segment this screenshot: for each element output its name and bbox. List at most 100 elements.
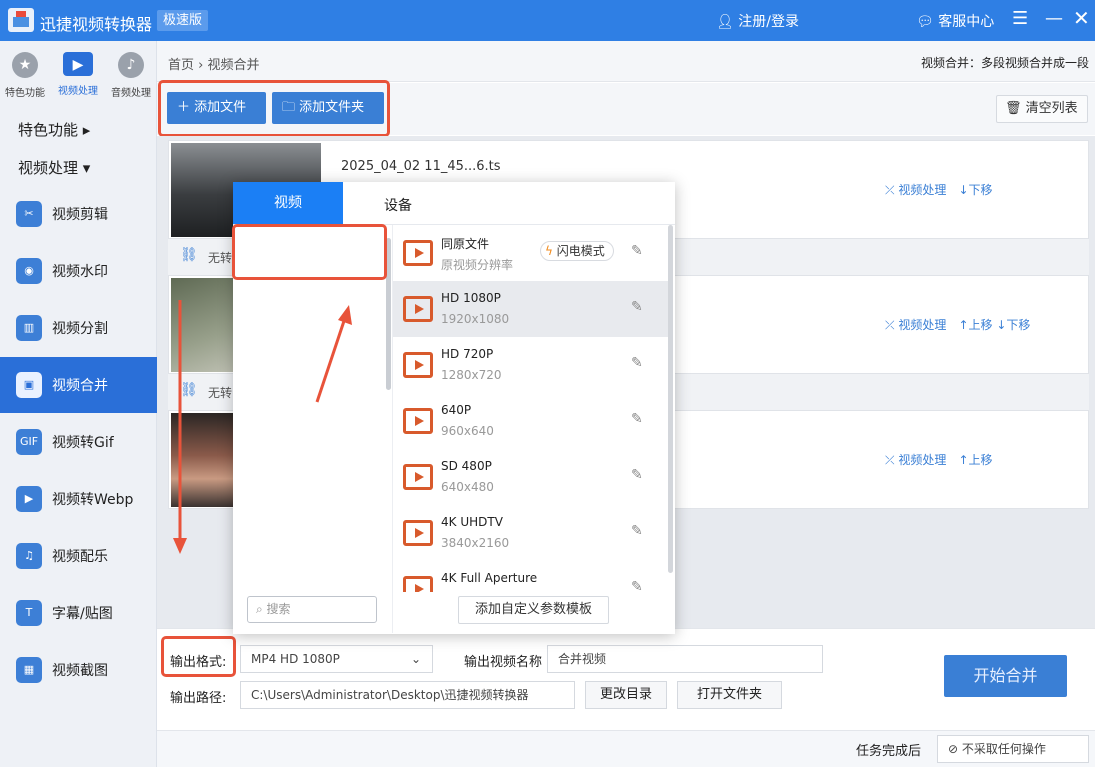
open-folder-button[interactable]: 打开文件夹 [677, 681, 782, 709]
breadcrumb-current: 视频合并 [207, 58, 260, 73]
sidebar-item[interactable]: GIF 视频转Gif [0, 414, 157, 470]
move-up-link[interactable]: ↑上移 [958, 453, 992, 467]
annotation-box-toolbar [158, 80, 390, 137]
move-down-link[interactable]: ↓下移 [958, 183, 992, 197]
merge-description: 视频合并：多段视频合并成一段 [921, 56, 1090, 70]
move-up-link[interactable]: ↑上移 [958, 318, 992, 332]
output-name-input[interactable]: 合并视频 [547, 645, 823, 673]
output-path-input[interactable]: C:\Users\Administrator\Desktop\迅捷视频转换器 [240, 681, 575, 709]
tab-device[interactable]: 设备 [343, 182, 453, 224]
move-down-link[interactable]: ↓下移 [996, 318, 1030, 332]
sidebar-item[interactable]: T 字幕/贴图 [0, 585, 157, 641]
resolution-name: 4K UHDTV [441, 515, 503, 529]
sidebar-item[interactable]: ♫ 视频配乐 [0, 528, 157, 584]
breadcrumb-home[interactable]: 首页 [168, 58, 194, 73]
format-search-input[interactable]: ⌕ 搜索 [247, 596, 377, 623]
flash-mode-badge[interactable]: ϟ 闪电模式 [540, 241, 614, 261]
login-link[interactable]: 👤︎ 注册/登录 [716, 11, 799, 31]
edit-icon[interactable]: ✎ [631, 355, 643, 371]
resolution-size: 640x480 [441, 480, 494, 494]
minimize-icon[interactable]: — [1045, 8, 1063, 29]
sidebar-item[interactable]: ▣ 视频合并 [0, 357, 157, 413]
sidebar-item-label: 视频分割 [52, 321, 108, 337]
change-directory-button[interactable]: 更改目录 [585, 681, 667, 709]
video-file-icon [403, 520, 433, 546]
sidebar-item-label: 视频转Webp [52, 492, 134, 508]
hamburger-icon[interactable]: ☰ [1012, 8, 1028, 29]
task-done-select[interactable]: ⊘ 不采取任何操作 [937, 735, 1089, 763]
annotation-box-mp4 [232, 224, 387, 280]
gif-icon: GIF [16, 429, 42, 455]
user-icon: 👤︎ [716, 14, 739, 30]
process-link[interactable]: ⤫ 视频处理 [885, 453, 946, 467]
start-merge-button[interactable]: 开始合并 [944, 655, 1067, 697]
sidebar-item[interactable]: ◉ 视频水印 [0, 243, 157, 299]
webp-icon: ▶ [16, 486, 42, 512]
resolution-name: 同原文件 [441, 237, 490, 251]
lightning-icon: ϟ [545, 244, 557, 258]
sidebar-item-label: 视频转Gif [52, 435, 114, 451]
edit-icon[interactable]: ✎ [631, 523, 643, 539]
output-format-select[interactable]: MP4 HD 1080P ⌄ [240, 645, 433, 673]
app-title: 迅捷视频转换器 [40, 15, 153, 34]
customer-service-link[interactable]: 💬︎ 客服中心 [916, 11, 994, 31]
topnav-featured[interactable]: ★ 特色功能 [0, 52, 50, 99]
sidebar-item[interactable]: ✂ 视频剪辑 [0, 186, 157, 242]
add-custom-template-button[interactable]: 添加自定义参数模板 [458, 596, 609, 624]
resolution-name: HD 720P [441, 347, 494, 361]
link-icon[interactable]: ⛓︎ [180, 382, 198, 398]
section-featured[interactable]: 特色功能 ▸ [18, 119, 90, 140]
tab-video[interactable]: 视频 [233, 182, 343, 224]
edit-icon[interactable]: ✎ [631, 411, 643, 427]
sidebar-item[interactable]: ▶ 视频转Webp [0, 471, 157, 527]
topnav-video[interactable]: ▶ 视频处理 [53, 52, 103, 97]
sidebar-item-label: 视频水印 [52, 264, 108, 280]
sidebar-item[interactable]: ▦ 视频截图 [0, 642, 157, 698]
process-link[interactable]: ⤫ 视频处理 [885, 318, 946, 332]
split-icon: ▥ [16, 315, 42, 341]
video-file-icon [403, 408, 433, 434]
film-icon: ▶ [63, 52, 93, 76]
audio-icon: ♪ [118, 52, 144, 78]
resolution-item[interactable]: SD 480P 640x480 ✎ [393, 449, 669, 505]
chat-icon: 💬︎ [916, 14, 939, 30]
resolution-size: 3840x2160 [441, 536, 510, 550]
edit-icon[interactable]: ✎ [631, 467, 643, 483]
edit-icon[interactable]: ✎ [631, 243, 643, 259]
output-name-label: 输出视频名称 [464, 655, 543, 670]
link-icon[interactable]: ⛓︎ [180, 247, 198, 263]
resolution-size: 1920x1080 [441, 312, 510, 326]
resolution-item[interactable]: HD 1080P 1920x1080 ✎ [393, 281, 669, 337]
star-icon: ★ [12, 52, 38, 78]
resolution-size: 原视频分辨率 [441, 258, 514, 272]
resolution-item[interactable]: 同原文件原视频分辨率 ✎ [393, 225, 669, 281]
clear-list-button[interactable]: 🗑︎ 清空列表 [996, 95, 1088, 123]
topnav-audio[interactable]: ♪ 音频处理 [106, 52, 156, 99]
sidebar-item-label: 字幕/贴图 [52, 606, 113, 622]
format-list: MP4MP4MOVMOVMKVMKVAVIAVIWMVWMVM4VM4VMPGM… [0, 0, 1, 1]
section-video[interactable]: 视频处理 ▾ [18, 157, 90, 178]
sidebar-item-label: 视频截图 [52, 663, 108, 679]
edition-badge: 极速版 [157, 10, 209, 31]
search-icon: ⌕ [256, 602, 267, 616]
sidebar-item-label: 视频配乐 [52, 549, 108, 565]
edit-icon[interactable]: ✎ [631, 299, 643, 315]
sidebar-item[interactable]: ▥ 视频分割 [0, 300, 157, 356]
output-format-label: 输出格式: [170, 655, 227, 670]
resolution-name: SD 480P [441, 459, 492, 473]
sidebar-item-label: 视频合并 [52, 378, 108, 394]
chevron-down-icon: ⌄ [411, 652, 422, 666]
resolution-name: 4K Full Aperture [441, 571, 538, 585]
watermark-icon: ◉ [16, 258, 42, 284]
resolution-item[interactable]: 640P 960x640 ✎ [393, 393, 669, 449]
resolution-scrollbar[interactable] [668, 225, 673, 573]
resolution-item[interactable]: 4K UHDTV 3840x2160 ✎ [393, 505, 669, 561]
sidebar-item-label: 视频剪辑 [52, 207, 108, 223]
close-icon[interactable]: ✕ [1073, 6, 1090, 30]
resolution-name: 640P [441, 403, 472, 417]
resolution-name: HD 1080P [441, 291, 501, 305]
subtitle-icon: T [16, 600, 42, 626]
process-link[interactable]: ⤫ 视频处理 [885, 183, 946, 197]
output-path-label: 输出路径: [170, 691, 227, 706]
resolution-item[interactable]: HD 720P 1280x720 ✎ [393, 337, 669, 393]
